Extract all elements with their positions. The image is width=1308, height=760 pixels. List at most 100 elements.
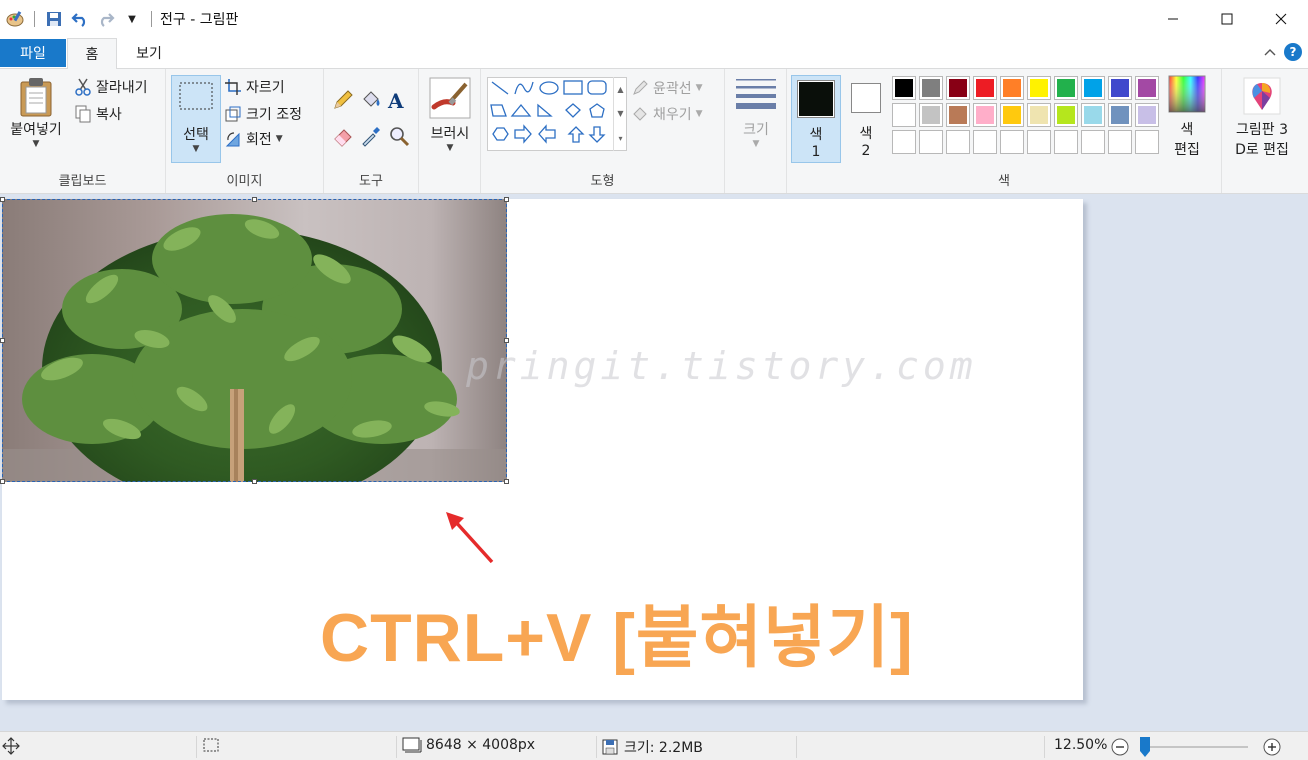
palette-color-swatch[interactable] [1054, 76, 1078, 100]
resize-button[interactable]: 크기 조정 [224, 104, 302, 124]
selection-handle-top[interactable] [252, 197, 257, 202]
selection-handle-top-left[interactable] [0, 197, 5, 202]
palette-color-swatch[interactable] [1135, 76, 1159, 100]
tab-home[interactable]: 홈 [67, 38, 117, 69]
palette-color-swatch[interactable] [919, 76, 943, 100]
eraser-tool[interactable] [332, 125, 354, 147]
help-icon[interactable]: ? [1284, 43, 1302, 61]
tab-file[interactable]: 파일 [0, 39, 66, 67]
selection-handle-top-right[interactable] [504, 197, 509, 202]
color1-fill [799, 82, 833, 116]
eyedropper-icon [362, 127, 380, 147]
zoom-slider-track[interactable] [1140, 746, 1248, 748]
selection-handle-bottom-left[interactable] [0, 479, 5, 484]
palette-color-swatch[interactable] [1000, 76, 1024, 100]
palette-color-swatch[interactable] [1054, 103, 1078, 127]
edit-colors-button[interactable]: 색 편집 [1165, 75, 1209, 163]
palette-color-swatch[interactable] [892, 76, 916, 100]
palette-color-swatch[interactable] [1027, 76, 1051, 100]
text-tool[interactable]: A [388, 89, 404, 113]
palette-custom-slot[interactable] [892, 130, 916, 154]
size-button[interactable]: 크기 ▼ [731, 77, 781, 161]
zoom-slider-thumb[interactable] [1140, 737, 1151, 757]
palette-custom-slot[interactable] [1000, 130, 1024, 154]
customize-toolbar-icon[interactable]: ▼ [121, 8, 143, 30]
selection-handle-bottom[interactable] [252, 479, 257, 484]
selection-rectangle[interactable] [2, 199, 507, 482]
fill-shape-button[interactable]: 채우기 ▼ [631, 104, 703, 124]
palette-color-swatch[interactable] [1135, 103, 1159, 127]
palette-custom-slot[interactable] [946, 130, 970, 154]
fill-tool[interactable] [360, 89, 382, 111]
separator [151, 11, 152, 27]
tab-view[interactable]: 보기 [118, 39, 180, 67]
scroll-up-icon[interactable]: ▲ [617, 85, 623, 94]
palette-color-swatch[interactable] [1000, 103, 1024, 127]
palette-color-swatch[interactable] [946, 76, 970, 100]
selection-handle-left[interactable] [0, 338, 5, 343]
palette-color-swatch[interactable] [946, 103, 970, 127]
swatch-fill [922, 106, 940, 124]
cut-button[interactable]: 잘라내기 [74, 77, 148, 97]
scissors-icon [74, 78, 92, 96]
palette-custom-slot[interactable] [1054, 130, 1078, 154]
select-button[interactable]: 선택 ▼ [171, 75, 221, 163]
swatch-fill [895, 106, 913, 124]
palette-custom-slot[interactable] [973, 130, 997, 154]
edit-with-paint3d-button[interactable]: 그림판 3 D로 편집 [1226, 77, 1298, 161]
palette-color-swatch[interactable] [973, 76, 997, 100]
palette-color-swatch[interactable] [1081, 76, 1105, 100]
color2-button[interactable]: 색 2 [845, 75, 887, 163]
outline-button[interactable]: 윤곽선 ▼ [631, 78, 703, 98]
color-spectrum-icon [1168, 75, 1206, 113]
close-button[interactable] [1254, 0, 1308, 38]
color-picker-tool[interactable] [360, 125, 382, 147]
scroll-down-icon[interactable]: ▼ [617, 109, 623, 118]
watermark-text: pringit.tistory.com [466, 344, 977, 388]
paint-app-icon[interactable] [4, 8, 26, 30]
swatch-fill [1003, 106, 1021, 124]
window-title: 전구 - 그림판 [160, 12, 239, 28]
color1-button[interactable]: 색 1 [791, 75, 841, 163]
palette-color-swatch[interactable] [1027, 103, 1051, 127]
palette-custom-slot[interactable] [1108, 130, 1132, 154]
minimize-button[interactable] [1146, 0, 1200, 38]
eraser-icon [334, 129, 352, 147]
magnifier-tool[interactable] [388, 125, 410, 147]
copy-button[interactable]: 복사 [74, 104, 122, 124]
file-size-text: 크기: 2.2MB [624, 740, 703, 756]
image-group-label: 이미지 [226, 174, 263, 189]
palette-color-swatch[interactable] [919, 103, 943, 127]
work-area[interactable]: pringit.tistory.com CTRL+V [붙혀넣기] [0, 194, 1308, 731]
palette-color-swatch[interactable] [1081, 103, 1105, 127]
collapse-ribbon-icon[interactable] [1264, 45, 1276, 59]
size-label: 크기 [743, 122, 769, 138]
palette-custom-slot[interactable] [1081, 130, 1105, 154]
shapes-group: ▲ ▼ ▾ 윤곽선 ▼ 채우기 ▼ 도형 [481, 69, 725, 193]
separator [34, 11, 35, 27]
rotate-button[interactable]: 회전 ▼ [224, 129, 283, 149]
crop-button[interactable]: 자르기 [224, 77, 285, 97]
zoom-out-button[interactable] [1111, 738, 1129, 756]
palette-color-swatch[interactable] [892, 103, 916, 127]
palette-custom-slot[interactable] [919, 130, 943, 154]
redo-icon[interactable] [95, 8, 117, 30]
palette-custom-slot[interactable] [1135, 130, 1159, 154]
palette-custom-slot[interactable] [1027, 130, 1051, 154]
zoom-in-button[interactable] [1263, 738, 1281, 756]
selection-handle-right[interactable] [504, 338, 509, 343]
swatch-fill [1138, 79, 1156, 97]
maximize-button[interactable] [1200, 0, 1254, 38]
brushes-button[interactable]: 브러시 ▼ [423, 77, 477, 161]
paste-button[interactable]: 붙여넣기 ▼ [4, 77, 68, 161]
gallery-more-icon[interactable]: ▾ [618, 134, 622, 143]
selection-handle-bottom-right[interactable] [504, 479, 509, 484]
undo-icon[interactable] [69, 8, 91, 30]
palette-color-swatch[interactable] [1108, 76, 1132, 100]
shapes-gallery[interactable] [487, 77, 627, 151]
save-icon[interactable] [43, 8, 65, 30]
palette-color-swatch[interactable] [973, 103, 997, 127]
shapes-gallery-scroll[interactable]: ▲ ▼ ▾ [613, 77, 627, 151]
pencil-tool[interactable] [332, 89, 354, 111]
palette-color-swatch[interactable] [1108, 103, 1132, 127]
